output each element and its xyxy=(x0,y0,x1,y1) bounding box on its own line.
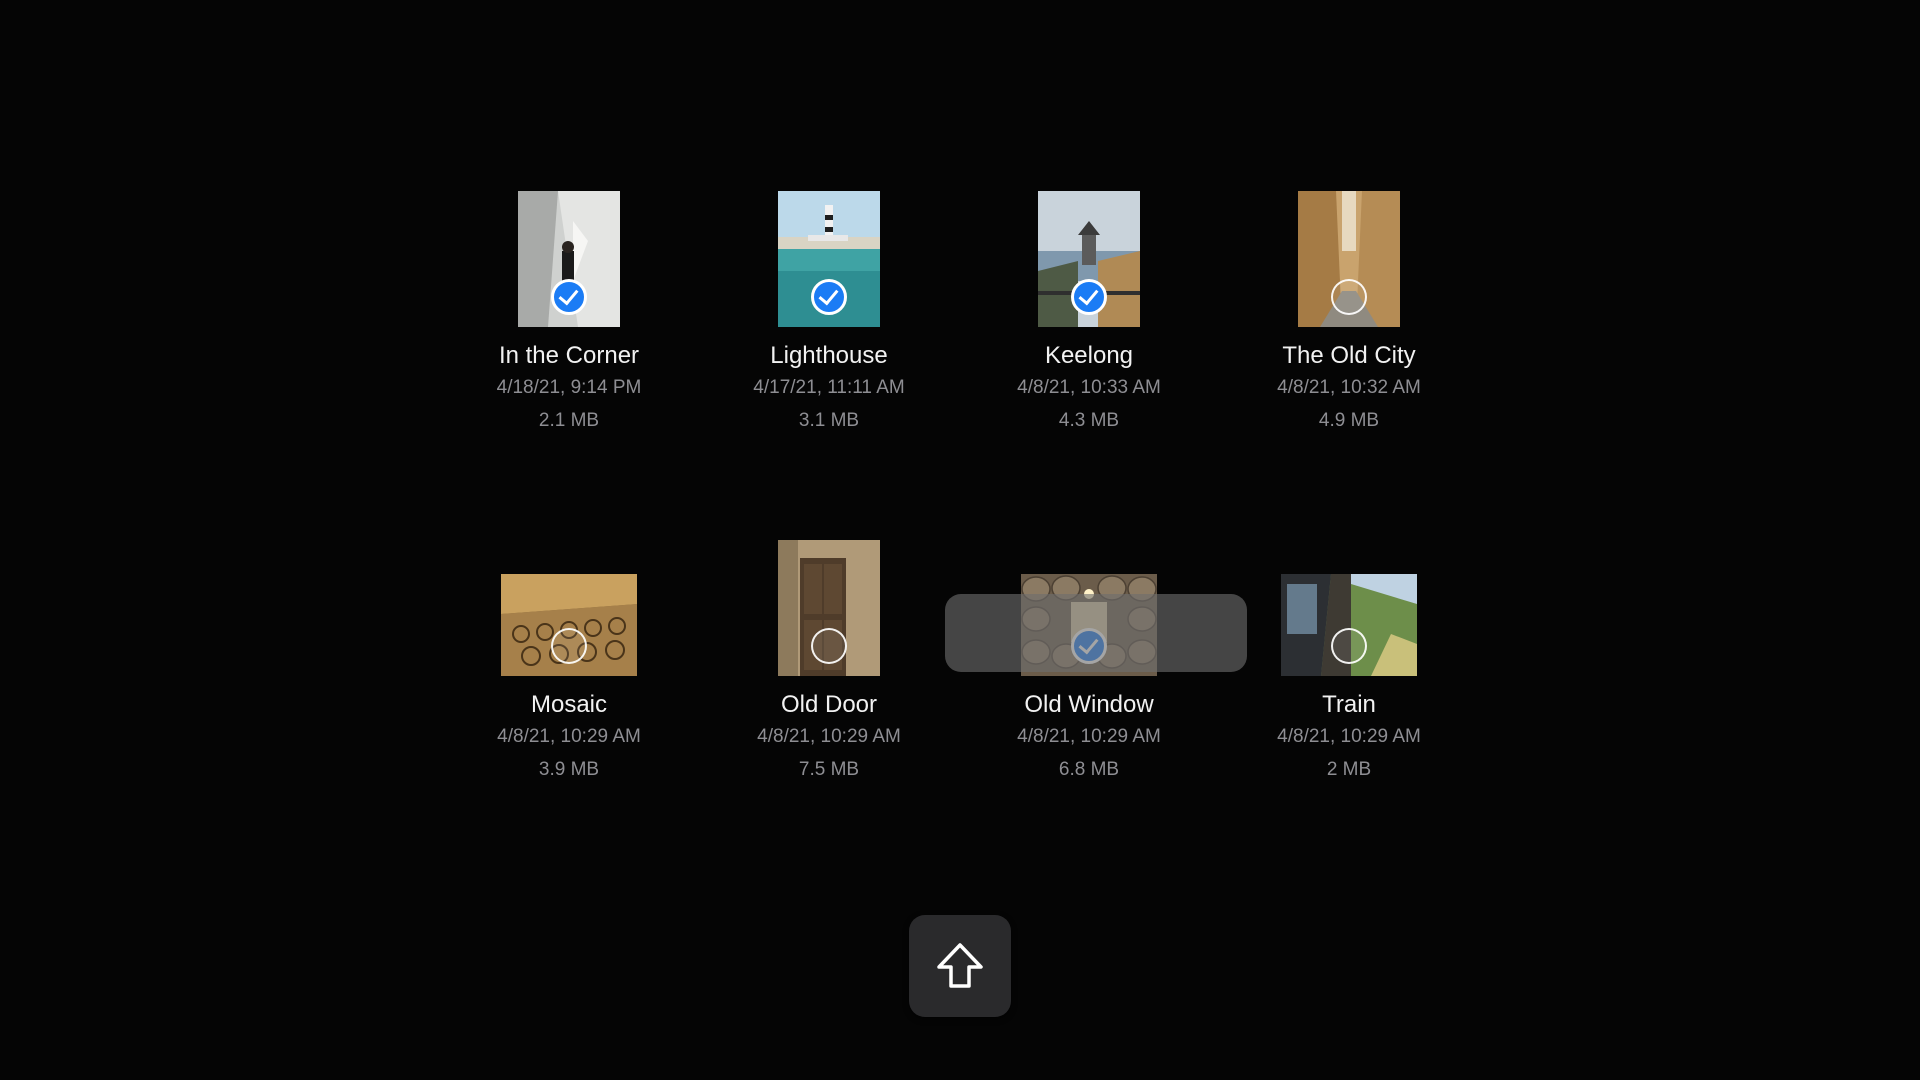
thumbnail-frame xyxy=(439,191,699,327)
file-size: 2.1 MB xyxy=(538,410,600,431)
thumbnail-frame xyxy=(699,191,959,327)
file-item-mosaic[interactable]: Mosaic 4/8/21, 10:29 AM 3.9 MB xyxy=(439,540,699,786)
file-picker-grid: In the Corner 4/18/21, 9:14 PM 2.1 MB Li… xyxy=(0,0,1920,1080)
selected-checkmark-icon[interactable] xyxy=(811,279,847,315)
selected-checkmark-icon[interactable] xyxy=(551,279,587,315)
file-size: 6.8 MB xyxy=(1058,759,1120,780)
file-name: Lighthouse xyxy=(770,342,888,369)
file-item-keelong[interactable]: Keelong 4/8/21, 10:33 AM 4.3 MB xyxy=(959,191,1219,437)
share-up-arrow-icon xyxy=(937,943,983,988)
thumbnail-frame xyxy=(699,540,959,676)
file-date: 4/17/21, 11:11 AM xyxy=(753,377,905,398)
selected-checkmark-icon[interactable] xyxy=(1071,279,1107,315)
thumbnail-frame xyxy=(959,191,1219,327)
file-size: 4.3 MB xyxy=(1058,410,1120,431)
file-date: 4/8/21, 10:29 AM xyxy=(497,726,641,747)
share-button[interactable] xyxy=(909,915,1011,1017)
file-size: 4.9 MB xyxy=(1318,410,1380,431)
file-name: Train xyxy=(1322,691,1376,718)
file-name: Mosaic xyxy=(530,691,608,718)
file-item-train[interactable]: Train 4/8/21, 10:29 AM 2 MB xyxy=(1219,540,1479,786)
file-date: 4/8/21, 10:33 AM xyxy=(1017,377,1161,398)
unselected-circle-icon[interactable] xyxy=(811,628,847,664)
unselected-circle-icon[interactable] xyxy=(1331,279,1367,315)
file-item-old-door[interactable]: Old Door 4/8/21, 10:29 AM 7.5 MB xyxy=(699,540,959,786)
file-date: 4/8/21, 10:29 AM xyxy=(1017,726,1161,747)
file-item-old-window[interactable]: Old Window 4/8/21, 10:29 AM 6.8 MB xyxy=(959,540,1219,786)
file-name: Keelong xyxy=(1044,342,1134,369)
file-name: In the Corner xyxy=(498,342,640,369)
file-size: 2 MB xyxy=(1326,759,1372,780)
file-name: Old Window xyxy=(1024,691,1154,718)
file-name: Old Door xyxy=(780,691,878,718)
file-item-lighthouse[interactable]: Lighthouse 4/17/21, 11:11 AM 3.1 MB xyxy=(699,191,959,437)
file-date: 4/18/21, 9:14 PM xyxy=(496,377,642,398)
unselected-circle-icon[interactable] xyxy=(551,628,587,664)
file-item-the-old-city[interactable]: The Old City 4/8/21, 10:32 AM 4.9 MB xyxy=(1219,191,1479,437)
thumbnail-frame xyxy=(439,540,699,676)
unselected-circle-icon[interactable] xyxy=(1331,628,1367,664)
thumbnail-frame xyxy=(1219,540,1479,676)
file-date: 4/8/21, 10:32 AM xyxy=(1277,377,1421,398)
selected-checkmark-icon[interactable] xyxy=(1071,628,1107,664)
file-size: 3.1 MB xyxy=(798,410,860,431)
thumbnail-frame xyxy=(1219,191,1479,327)
file-name: The Old City xyxy=(1282,342,1416,369)
file-item-in-the-corner[interactable]: In the Corner 4/18/21, 9:14 PM 2.1 MB xyxy=(439,191,699,437)
thumbnail-frame xyxy=(959,540,1219,676)
file-date: 4/8/21, 10:29 AM xyxy=(1277,726,1421,747)
file-size: 3.9 MB xyxy=(538,759,600,780)
file-date: 4/8/21, 10:29 AM xyxy=(757,726,901,747)
file-size: 7.5 MB xyxy=(798,759,860,780)
